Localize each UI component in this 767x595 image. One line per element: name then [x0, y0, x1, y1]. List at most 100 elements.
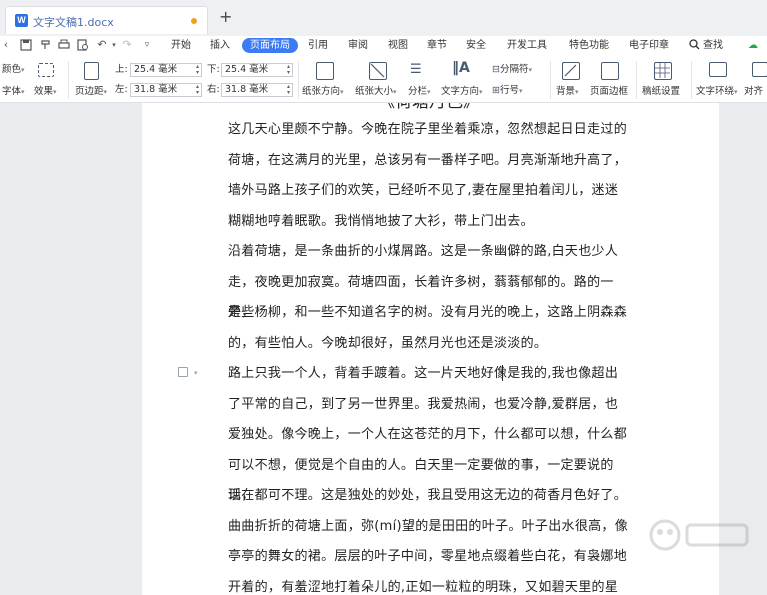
menu-chapter[interactable]: 章节	[427, 39, 447, 53]
bottom-margin-input[interactable]: 25.4 毫米 ▴ ▾	[221, 63, 293, 77]
menu-start[interactable]: 开始	[171, 39, 191, 53]
left-margin-value: 31.8 毫米	[134, 84, 178, 95]
document-line[interactable]: 开着的，有羞涩地打着朵儿的,正如一粒粒的明珠，又如碧天里的星	[228, 573, 638, 595]
spin-arrows-icon[interactable]: ▴ ▾	[196, 64, 199, 76]
menu-security[interactable]: 安全	[466, 39, 486, 53]
document-line[interactable]: 糊糊地哼着眠歌。我悄悄地披了大衫，带上门出去。	[228, 207, 638, 238]
undo-dropdown-icon[interactable]: ▾	[108, 39, 120, 51]
paper-size-icon[interactable]	[369, 62, 387, 80]
title-bar: W 文字文稿1.docx +	[0, 0, 767, 36]
format-painter-icon[interactable]	[40, 39, 52, 51]
menu-e-seal[interactable]: 电子印章	[629, 39, 669, 53]
collapse-chevron-icon[interactable]: ‹	[0, 39, 12, 51]
menu-review[interactable]: 审阅	[348, 39, 368, 53]
theme-font-button[interactable]: 字体▾	[2, 86, 25, 98]
background-icon[interactable]	[562, 62, 580, 80]
margins-icon[interactable]	[84, 62, 99, 80]
spin-arrows-icon[interactable]: ▴ ▾	[196, 84, 199, 96]
spin-arrows-icon[interactable]: ▴ ▾	[287, 84, 290, 96]
ribbon-separator	[636, 61, 637, 99]
undo-icon[interactable]: ↶	[96, 39, 108, 51]
align-icon[interactable]	[752, 62, 767, 77]
site-watermark-icon	[649, 519, 749, 551]
page-border-icon[interactable]	[601, 62, 619, 80]
document-line[interactable]: 是些杨柳，和一些不知道名字的树。没有月光的晚上，这路上阴森森	[228, 298, 638, 329]
customize-toolbar-icon[interactable]: ▿	[141, 39, 153, 51]
paragraph-marker-icon[interactable]	[178, 367, 188, 377]
page-border-button[interactable]: 页面边框	[590, 86, 628, 98]
menu-special-features[interactable]: 特色功能	[569, 39, 609, 53]
theme-color-label: 颜色	[2, 64, 22, 75]
new-tab-button[interactable]: +	[219, 9, 232, 25]
redo-icon[interactable]: ↷	[121, 39, 133, 51]
ribbon-separator	[691, 61, 692, 99]
margins-button[interactable]: 页边距▾	[75, 86, 107, 98]
document-tab[interactable]: W 文字文稿1.docx	[5, 6, 208, 34]
columns-button[interactable]: 分栏▾	[408, 86, 431, 98]
theme-color-button[interactable]: 颜色▾	[2, 64, 25, 76]
document-line[interactable]: 墙外马路上孩子们的欢笑，已经听不见了,妻在屋里拍着闰儿，迷迷	[228, 176, 638, 207]
background-button[interactable]: 背景▾	[556, 86, 579, 98]
document-line[interactable]: 现在都可不理。这是独处的妙处，我且受用这无边的荷香月色好了。	[228, 481, 638, 512]
document-canvas: 《荷塘月色》 这几天心里颇不宁静。今晚在院子里坐着乘凉，忽然想起日日走过的荷塘，…	[0, 103, 767, 595]
print-icon[interactable]	[58, 39, 70, 51]
orientation-icon[interactable]	[316, 62, 334, 80]
text-cursor	[502, 365, 503, 381]
document-line[interactable]: 曲曲折折的荷塘上面，弥(mí)望的是田田的叶子。叶子出水很高，像	[228, 512, 638, 543]
document-line[interactable]: 的，有些怕人。今晚却很好，虽然月光也还是淡淡的。	[228, 329, 638, 360]
line-numbers-button[interactable]: ⊞行号▾	[492, 85, 523, 97]
paper-size-button[interactable]: 纸张大小▾	[355, 86, 397, 98]
orientation-button[interactable]: 纸张方向▾	[302, 86, 344, 98]
document-line[interactable]: 路上只我一个人，背着手踱着。这一片天地好像是我的,我也像超出	[228, 359, 638, 390]
menu-references[interactable]: 引用	[308, 39, 328, 53]
right-margin-value: 31.8 毫米	[225, 84, 269, 95]
ribbon-separator	[68, 61, 69, 99]
document-heading: 《荷塘月色》	[378, 103, 480, 112]
text-wrap-icon[interactable]	[709, 62, 727, 77]
text-direction-label: 文字方向	[441, 86, 480, 97]
manuscript-settings-button[interactable]: 稿纸设置	[642, 86, 680, 98]
line-numbers-label: 行号	[499, 85, 519, 96]
print-preview-icon[interactable]	[77, 39, 89, 51]
menu-bar: ‹ ↶ ▾ ↷ ▿ 开始 插入 页面布局 引用 审阅 视图 章节 安全 开发工具…	[0, 36, 767, 57]
line-numbers-icon: ⊞	[492, 85, 500, 96]
top-margin-value: 25.4 毫米	[134, 64, 178, 75]
document-line[interactable]: 沿着荷塘，是一条曲折的小煤屑路。这是一条幽僻的路,白天也少人	[228, 237, 638, 268]
left-margin-input[interactable]: 31.8 毫米 ▴ ▾	[130, 83, 202, 97]
text-direction-icon[interactable]: ‖A	[452, 61, 470, 75]
right-margin-input[interactable]: 31.8 毫米 ▴ ▾	[221, 83, 293, 97]
cloud-sync-icon[interactable]: ☁	[748, 39, 758, 53]
top-margin-input[interactable]: 25.4 毫米 ▴ ▾	[130, 63, 202, 77]
save-icon[interactable]	[20, 39, 32, 51]
columns-icon[interactable]: ☰	[410, 63, 422, 76]
breaks-button[interactable]: ⊟分隔符▾	[492, 64, 532, 76]
menu-developer[interactable]: 开发工具	[507, 39, 547, 53]
menu-page-layout[interactable]: 页面布局	[242, 38, 298, 53]
ribbon-separator	[550, 61, 551, 99]
right-margin-label: 右:	[207, 84, 220, 95]
menu-insert[interactable]: 插入	[210, 39, 230, 53]
text-wrap-label: 文字环绕	[696, 86, 735, 97]
menu-find[interactable]: 查找	[703, 39, 723, 53]
document-line[interactable]: 亭亭的舞女的裙。层层的叶子中间，零星地点缀着些白花，有袅娜地	[228, 542, 638, 573]
document-page[interactable]: 《荷塘月色》 这几天心里颇不宁静。今晚在院子里坐着乘凉，忽然想起日日走过的荷塘，…	[142, 103, 719, 595]
document-line[interactable]: 这几天心里颇不宁静。今晚在院子里坐着乘凉，忽然想起日日走过的	[228, 115, 638, 146]
document-line[interactable]: 爱独处。像今晚上，一个人在这苍茫的月下，什么都可以想，什么都	[228, 420, 638, 451]
theme-font-swatch-icon[interactable]	[38, 63, 54, 77]
document-line[interactable]: 荷塘，在这满月的光里，总该另有一番样子吧。月亮渐渐地升高了，	[228, 146, 638, 177]
text-wrap-button[interactable]: 文字环绕▾	[696, 86, 738, 98]
paragraph-marker-caret-icon[interactable]: ▾	[194, 369, 198, 377]
align-button[interactable]: 对齐	[744, 86, 763, 98]
theme-font-label: 字体	[2, 86, 22, 97]
manuscript-grid-icon[interactable]	[654, 62, 672, 80]
text-direction-button[interactable]: 文字方向▾	[441, 86, 483, 98]
document-line[interactable]: 了平常的自己，到了另一世界里。我爱热闹，也爱冷静,爱群居，也	[228, 390, 638, 421]
paper-size-label: 纸张大小	[355, 86, 394, 97]
menu-view[interactable]: 视图	[388, 39, 408, 53]
breaks-label: 分隔符	[499, 64, 529, 75]
search-icon[interactable]	[689, 39, 700, 54]
spin-arrows-icon[interactable]: ▴ ▾	[287, 64, 290, 76]
margins-label: 页边距	[75, 86, 104, 97]
bottom-margin-value: 25.4 毫米	[225, 64, 269, 75]
theme-effects-button[interactable]: 效果▾	[34, 86, 57, 98]
